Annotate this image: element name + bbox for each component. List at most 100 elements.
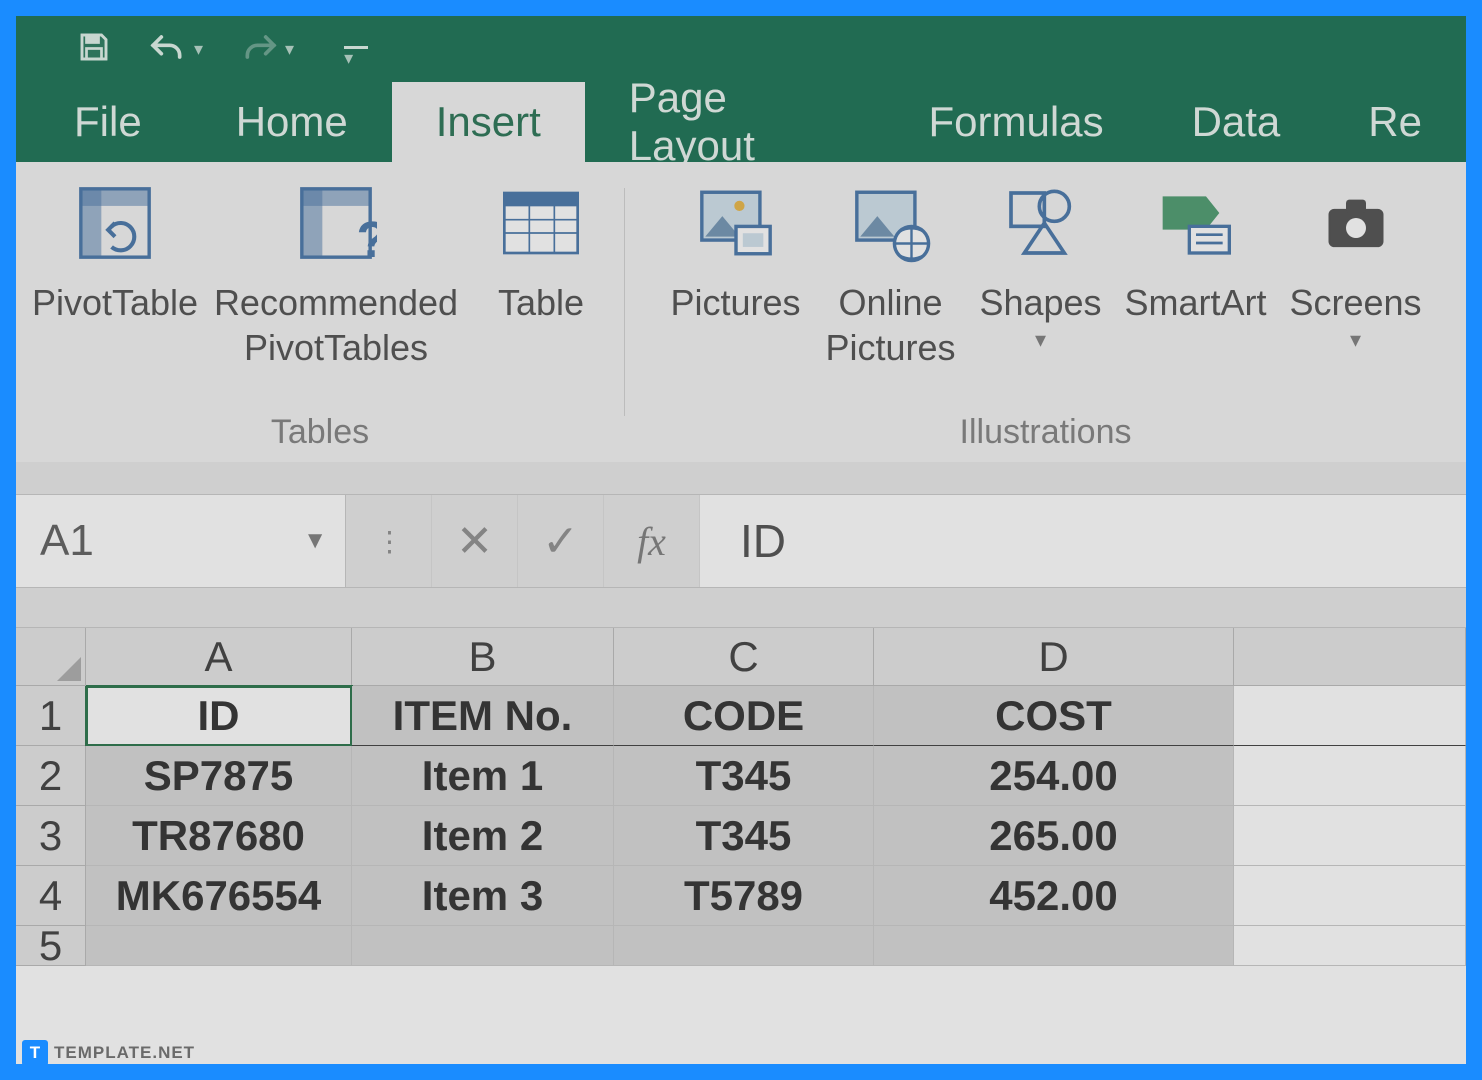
select-all-corner[interactable] bbox=[16, 628, 86, 686]
ribbon-insert: PivotTable ? Recommended PivotTables bbox=[16, 162, 1466, 462]
name-box[interactable]: A1 ▼ bbox=[16, 495, 346, 587]
cell-a1[interactable]: ID bbox=[86, 686, 352, 746]
cell-e3[interactable] bbox=[1234, 806, 1466, 866]
formula-value: ID bbox=[740, 514, 786, 568]
chevron-down-icon: ▾ bbox=[344, 48, 353, 69]
shapes-label: Shapes bbox=[979, 276, 1101, 325]
formula-input[interactable]: ID bbox=[700, 495, 1466, 587]
column-header-a[interactable]: A bbox=[86, 628, 352, 686]
cell-d1[interactable]: COST bbox=[874, 686, 1234, 746]
pivot-table-button[interactable]: PivotTable bbox=[19, 178, 211, 325]
x-icon: ✕ bbox=[456, 516, 493, 567]
online-pictures-button[interactable]: Online Pictures bbox=[813, 178, 969, 370]
save-button[interactable] bbox=[76, 29, 112, 70]
ribbon-group-tables: PivotTable ? Recommended PivotTables bbox=[16, 178, 624, 462]
cell-d2[interactable]: 254.00 bbox=[874, 746, 1234, 806]
tab-formulas[interactable]: Formulas bbox=[885, 82, 1148, 162]
svg-text:?: ? bbox=[357, 211, 378, 264]
undo-dropdown-icon[interactable]: ▾ bbox=[194, 39, 203, 60]
formula-bar-options[interactable]: ⋮ bbox=[346, 495, 432, 587]
cell-b4[interactable]: Item 3 bbox=[352, 866, 614, 926]
cell-b3[interactable]: Item 2 bbox=[352, 806, 614, 866]
row-header-5[interactable]: 5 bbox=[16, 926, 86, 966]
table-label: Table bbox=[498, 276, 584, 325]
spreadsheet-grid[interactable]: A B C D 1 ID ITEM No. CODE COST 2 SP7875… bbox=[16, 628, 1466, 966]
cell-e2[interactable] bbox=[1234, 746, 1466, 806]
cell-e1[interactable] bbox=[1234, 686, 1466, 746]
quick-access-toolbar: ▾ ▾ ▾ bbox=[16, 16, 1466, 82]
grid-row-2: 2 SP7875 Item 1 T345 254.00 bbox=[16, 746, 1466, 806]
row-header-1[interactable]: 1 bbox=[16, 686, 86, 746]
watermark: T TEMPLATE.NET bbox=[22, 1040, 195, 1066]
row-header-3[interactable]: 3 bbox=[16, 806, 86, 866]
grid-row-3: 3 TR87680 Item 2 T345 265.00 bbox=[16, 806, 1466, 866]
fx-icon: fx bbox=[637, 518, 666, 565]
row-header-2[interactable]: 2 bbox=[16, 746, 86, 806]
redo-button[interactable]: ▾ bbox=[239, 30, 294, 69]
row-header-4[interactable]: 4 bbox=[16, 866, 86, 926]
recommended-pivot-label: Recommended PivotTables bbox=[214, 276, 458, 370]
cell-a2[interactable]: SP7875 bbox=[86, 746, 352, 806]
cell-c5[interactable] bbox=[614, 926, 874, 966]
tab-data[interactable]: Data bbox=[1148, 82, 1325, 162]
cell-c3[interactable]: T345 bbox=[614, 806, 874, 866]
cell-e5[interactable] bbox=[1234, 926, 1466, 966]
cell-a4[interactable]: MK676554 bbox=[86, 866, 352, 926]
ribbon-tabs: File Home Insert Page Layout Formulas Da… bbox=[16, 82, 1466, 162]
insert-function-button[interactable]: fx bbox=[604, 495, 700, 587]
name-box-value: A1 bbox=[40, 516, 94, 566]
undo-icon bbox=[148, 30, 188, 69]
name-box-dropdown-icon[interactable]: ▼ bbox=[303, 527, 327, 555]
cell-b2[interactable]: Item 1 bbox=[352, 746, 614, 806]
tab-page-layout[interactable]: Page Layout bbox=[585, 82, 885, 162]
cell-b1[interactable]: ITEM No. bbox=[352, 686, 614, 746]
column-header-d[interactable]: D bbox=[874, 628, 1234, 686]
cell-c4[interactable]: T5789 bbox=[614, 866, 874, 926]
shapes-dropdown-icon[interactable]: ▾ bbox=[1035, 327, 1046, 353]
undo-button[interactable]: ▾ bbox=[148, 30, 203, 69]
recommended-pivot-button[interactable]: ? Recommended PivotTables bbox=[211, 178, 461, 370]
column-header-b[interactable]: B bbox=[352, 628, 614, 686]
excel-window: ▾ ▾ ▾ File Home Insert Page Layout Formu… bbox=[16, 16, 1466, 1064]
screenshot-dropdown-icon[interactable]: ▾ bbox=[1350, 327, 1361, 353]
pictures-icon bbox=[691, 178, 781, 268]
formula-bar: A1 ▼ ⋮ ✕ ✓ fx ID bbox=[16, 494, 1466, 588]
column-headers: A B C D bbox=[16, 628, 1466, 686]
tables-group-label: Tables bbox=[271, 409, 369, 462]
tab-insert[interactable]: Insert bbox=[392, 82, 585, 162]
spacer bbox=[16, 588, 1466, 628]
watermark-text: TEMPLATE.NET bbox=[54, 1043, 195, 1063]
column-header-rest[interactable] bbox=[1234, 628, 1466, 686]
pictures-button[interactable]: Pictures bbox=[659, 178, 813, 325]
shapes-button[interactable]: Shapes ▾ bbox=[969, 178, 1113, 353]
pivot-table-label: PivotTable bbox=[32, 276, 198, 325]
online-pictures-icon bbox=[846, 178, 936, 268]
cell-a5[interactable] bbox=[86, 926, 352, 966]
tab-home[interactable]: Home bbox=[192, 82, 392, 162]
cell-c1[interactable]: CODE bbox=[614, 686, 874, 746]
column-header-c[interactable]: C bbox=[614, 628, 874, 686]
pictures-label: Pictures bbox=[670, 276, 800, 325]
cell-a3[interactable]: TR87680 bbox=[86, 806, 352, 866]
screenshot-label: Screens bbox=[1289, 276, 1421, 325]
tab-review-partial[interactable]: Re bbox=[1324, 82, 1466, 162]
cell-e4[interactable] bbox=[1234, 866, 1466, 926]
cell-d3[interactable]: 265.00 bbox=[874, 806, 1234, 866]
cell-b5[interactable] bbox=[352, 926, 614, 966]
cancel-formula-button[interactable]: ✕ bbox=[432, 495, 518, 587]
online-pictures-label: Online Pictures bbox=[825, 276, 955, 370]
enter-formula-button[interactable]: ✓ bbox=[518, 495, 604, 587]
customize-qat-button[interactable]: ▾ bbox=[344, 46, 368, 53]
table-button[interactable]: Table bbox=[461, 178, 621, 325]
recommended-pivot-icon: ? bbox=[291, 178, 381, 268]
cell-c2[interactable]: T345 bbox=[614, 746, 874, 806]
redo-dropdown-icon[interactable]: ▾ bbox=[285, 39, 294, 60]
screenshot-button[interactable]: Screens ▾ bbox=[1279, 178, 1433, 353]
cell-d5[interactable] bbox=[874, 926, 1234, 966]
grid-row-5: 5 bbox=[16, 926, 1466, 966]
pivot-table-icon bbox=[70, 178, 160, 268]
tab-file[interactable]: File bbox=[46, 82, 192, 162]
cell-d4[interactable]: 452.00 bbox=[874, 866, 1234, 926]
smartart-button[interactable]: SmartArt bbox=[1113, 178, 1279, 325]
smartart-icon bbox=[1151, 178, 1241, 268]
